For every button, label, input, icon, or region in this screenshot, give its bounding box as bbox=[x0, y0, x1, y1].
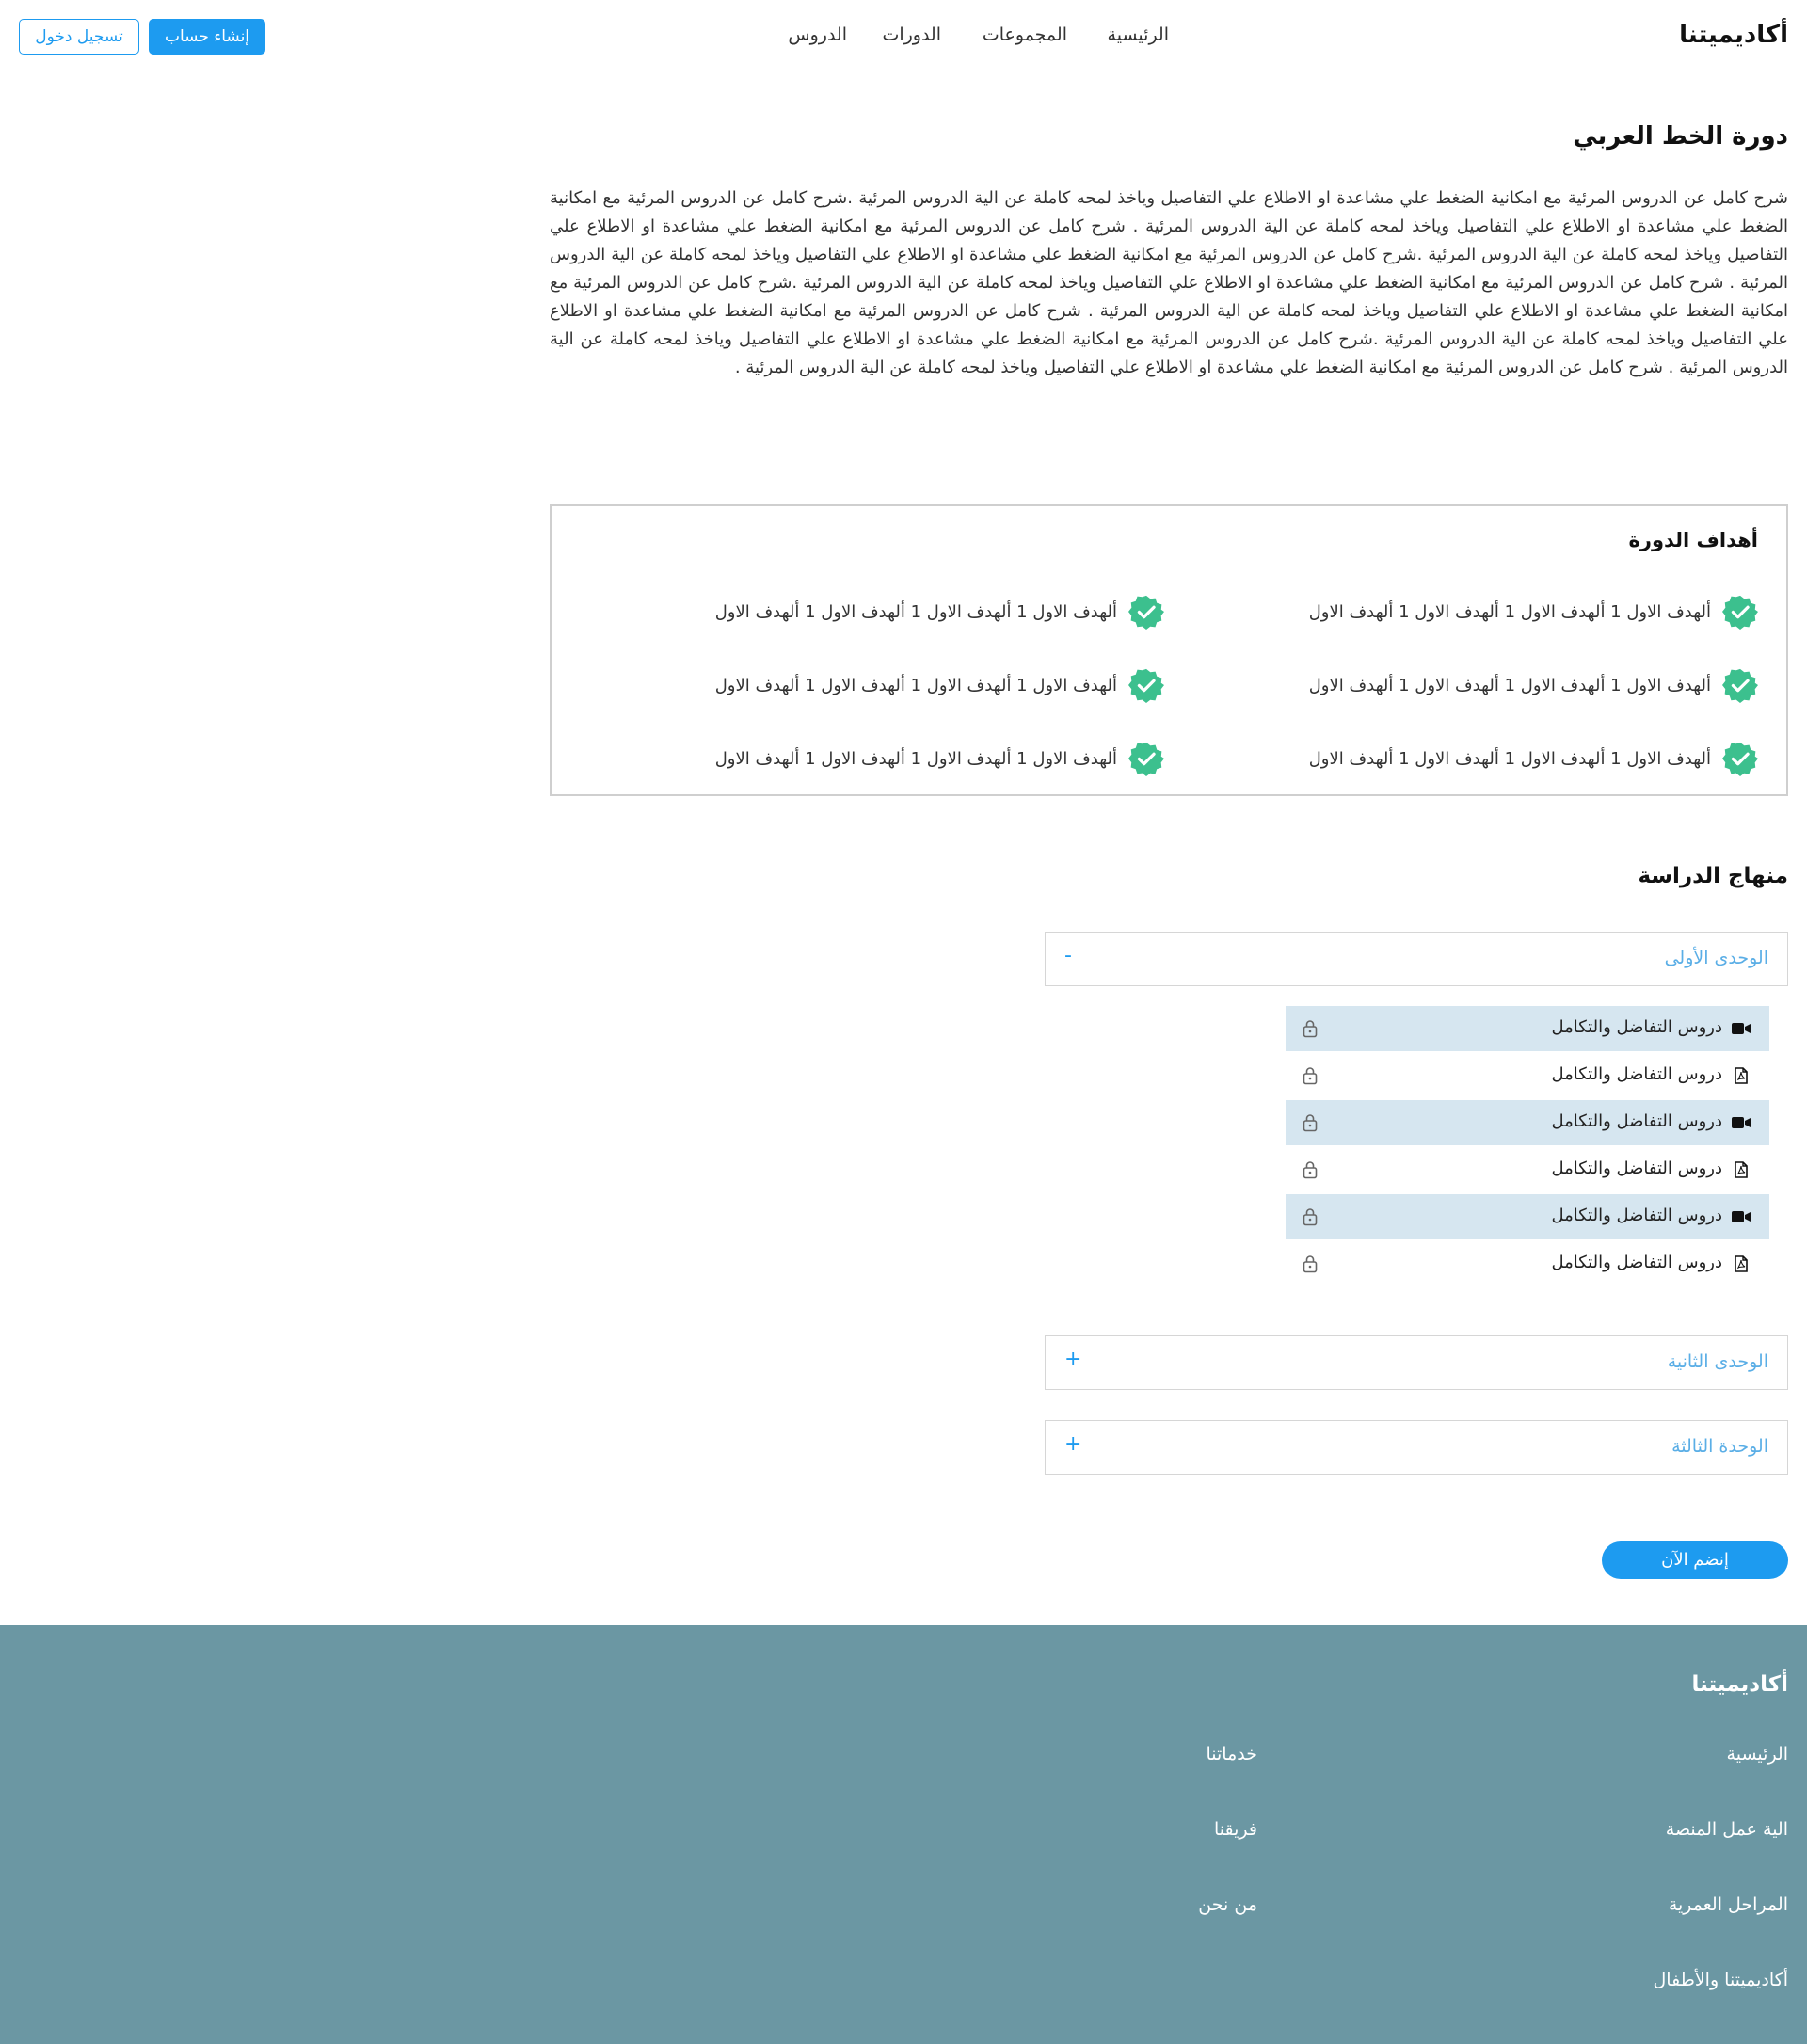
footer-link-academy-kids[interactable]: أكاديميتنا والأطفال bbox=[1654, 1970, 1789, 1990]
lesson-title: دروس التفاضل والتكامل bbox=[1551, 1017, 1722, 1037]
video-icon bbox=[1732, 1117, 1751, 1128]
footer-link-about[interactable]: من نحن bbox=[1198, 1894, 1257, 1915]
verified-badge-icon bbox=[1128, 742, 1164, 776]
lesson-row[interactable]: دروس التفاضل والتكامل bbox=[1286, 1194, 1769, 1239]
register-button[interactable]: إنشاء حساب bbox=[149, 19, 265, 55]
footer-link-how-it-works[interactable]: الية عمل المنصة bbox=[1666, 1819, 1788, 1840]
goal-item: ألهدف الاول 1 ألهدف الاول 1 ألهدف الاول … bbox=[1231, 593, 1758, 631]
unit-title: الوحدى الأولى bbox=[1664, 948, 1768, 968]
lock-icon bbox=[1303, 1161, 1318, 1179]
goal-item: ألهدف الاول 1 ألهدف الاول 1 ألهدف الاول … bbox=[637, 666, 1164, 704]
lock-icon bbox=[1303, 1067, 1318, 1085]
pdf-icon bbox=[1735, 1161, 1748, 1178]
goal-item: ألهدف الاول 1 ألهدف الاول 1 ألهدف الاول … bbox=[1231, 666, 1758, 704]
lesson-title: دروس التفاضل والتكامل bbox=[1551, 1111, 1722, 1131]
unit-1-accordion-header[interactable]: الوحدى الأولى - bbox=[1045, 932, 1788, 986]
expand-toggle-icon[interactable]: + bbox=[1064, 1432, 1081, 1456]
goal-text: ألهدف الاول 1 ألهدف الاول 1 ألهدف الاول … bbox=[714, 675, 1117, 695]
site-header: أكاديميتنا الرئيسية المجموعات الدورات ال… bbox=[0, 0, 1807, 75]
footer-link-age-stages[interactable]: المراحل العمرية bbox=[1669, 1894, 1788, 1915]
course-goals-panel: أهداف الدورة ألهدف الاول 1 ألهدف الاول 1… bbox=[550, 504, 1788, 796]
course-title: دورة الخط العربي bbox=[1573, 122, 1788, 151]
lock-icon bbox=[1303, 1020, 1318, 1038]
footer-link-services[interactable]: خدماتنا bbox=[1207, 1744, 1258, 1765]
verified-badge-icon bbox=[1128, 595, 1164, 630]
goals-title: أهداف الدورة bbox=[1628, 529, 1758, 551]
unit-2-accordion-header[interactable]: الوحدى الثانية + bbox=[1045, 1335, 1788, 1390]
goal-item: ألهدف الاول 1 ألهدف الاول 1 ألهدف الاول … bbox=[637, 593, 1164, 631]
lock-icon bbox=[1303, 1114, 1318, 1132]
unit-3-accordion-header[interactable]: الوحدة الثالثة + bbox=[1045, 1420, 1788, 1475]
goal-text: ألهدف الاول 1 ألهدف الاول 1 ألهدف الاول … bbox=[714, 601, 1117, 622]
curriculum-title: منهاج الدراسة bbox=[1638, 864, 1788, 888]
verified-badge-icon bbox=[1722, 668, 1758, 703]
lesson-row[interactable]: دروس التفاضل والتكامل bbox=[1286, 1006, 1769, 1051]
unit-title: الوحدة الثالثة bbox=[1671, 1436, 1768, 1457]
goal-text: ألهدف الاول 1 ألهدف الاول 1 ألهدف الاول … bbox=[1308, 748, 1711, 769]
unit-title: الوحدى الثانية bbox=[1667, 1351, 1768, 1372]
goal-item: ألهدف الاول 1 ألهدف الاول 1 ألهدف الاول … bbox=[1231, 740, 1758, 777]
course-description: شرح كامل عن الدروس المرئية مع امكانية ال… bbox=[550, 188, 1788, 377]
lesson-row[interactable]: دروس التفاضل والتكامل bbox=[1286, 1053, 1769, 1098]
footer-logo[interactable]: أكاديميتنا bbox=[1691, 1672, 1788, 1697]
verified-badge-icon bbox=[1722, 595, 1758, 630]
goal-text: ألهدف الاول 1 ألهدف الاول 1 ألهدف الاول … bbox=[1308, 675, 1711, 695]
nav-item-courses[interactable]: الدورات bbox=[882, 24, 941, 45]
footer-link-team[interactable]: فريقنا bbox=[1214, 1819, 1257, 1840]
nav-item-groups[interactable]: المجموعات bbox=[983, 24, 1067, 45]
login-button[interactable]: تسجيل دخول bbox=[19, 19, 139, 55]
expand-toggle-icon[interactable]: + bbox=[1064, 1348, 1081, 1371]
goal-item: ألهدف الاول 1 ألهدف الاول 1 ألهدف الاول … bbox=[637, 740, 1164, 777]
nav-item-lessons[interactable]: الدروس bbox=[788, 24, 847, 45]
main-nav: الرئيسية المجموعات الدورات الدروس bbox=[0, 24, 1807, 53]
video-icon bbox=[1732, 1023, 1751, 1034]
collapse-toggle-icon[interactable]: - bbox=[1064, 944, 1072, 967]
goal-text: ألهدف الاول 1 ألهدف الاول 1 ألهدف الاول … bbox=[1308, 601, 1711, 622]
video-icon bbox=[1732, 1211, 1751, 1222]
lock-icon bbox=[1303, 1255, 1318, 1273]
lesson-row[interactable]: دروس التفاضل والتكامل bbox=[1286, 1147, 1769, 1192]
goal-text: ألهدف الاول 1 ألهدف الاول 1 ألهدف الاول … bbox=[714, 748, 1117, 769]
footer-link-home[interactable]: الرئيسية bbox=[1727, 1744, 1788, 1765]
lesson-title: دروس التفاضل والتكامل bbox=[1551, 1253, 1722, 1272]
verified-badge-icon bbox=[1722, 742, 1758, 776]
lesson-row[interactable]: دروس التفاضل والتكامل bbox=[1286, 1100, 1769, 1145]
lesson-title: دروس التفاضل والتكامل bbox=[1551, 1158, 1722, 1178]
lesson-title: دروس التفاضل والتكامل bbox=[1551, 1064, 1722, 1084]
nav-item-home[interactable]: الرئيسية bbox=[1108, 24, 1169, 45]
lock-icon bbox=[1303, 1208, 1318, 1226]
lesson-title: دروس التفاضل والتكامل bbox=[1551, 1206, 1722, 1225]
pdf-icon bbox=[1735, 1067, 1748, 1084]
verified-badge-icon bbox=[1128, 668, 1164, 703]
lesson-row[interactable]: دروس التفاضل والتكامل bbox=[1286, 1241, 1769, 1286]
pdf-icon bbox=[1735, 1255, 1748, 1272]
join-now-button[interactable]: إنضم الآن bbox=[1602, 1541, 1788, 1579]
site-footer: أكاديميتنا الرئيسية الية عمل المنصة المر… bbox=[0, 1625, 1807, 2044]
